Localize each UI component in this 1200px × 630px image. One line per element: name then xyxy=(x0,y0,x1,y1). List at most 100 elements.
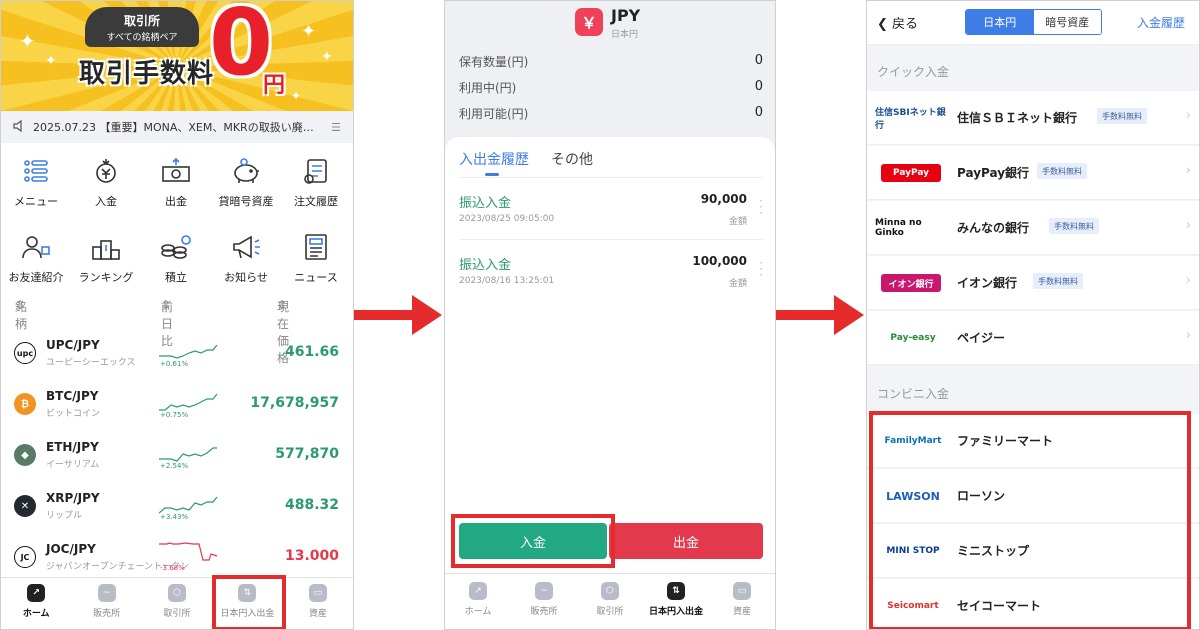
menu-item[interactable]: ランキング xyxy=(71,223,141,299)
tab-item[interactable]: ~ 販売所 xyxy=(511,574,577,629)
quick-menu-grid: メニュー 入金 出金 貸暗号資産 注文履歴お友達紹介 ランキング 積立 お知らせ ニュース xyxy=(1,147,353,299)
menu-item-label: 注文履歴 xyxy=(294,195,338,208)
bank-row[interactable]: Pay-easy ペイジー › xyxy=(867,311,1199,365)
transaction-amount: 100,000 xyxy=(692,254,747,268)
menu-item[interactable]: 入金 xyxy=(71,147,141,223)
more-vertical-icon[interactable]: · · · xyxy=(759,195,763,219)
toggle-crypto[interactable]: 暗号資産 xyxy=(1033,10,1101,34)
bank-logo: Minna no Ginko xyxy=(875,218,922,238)
bank-logo: PayPay xyxy=(881,164,941,182)
transaction-row[interactable]: 振込入金 2023/08/16 13:25:01 100,000 金額 · · · xyxy=(459,239,763,301)
sparkline-chart xyxy=(159,542,218,561)
coin-pair: ETH/JPY xyxy=(46,440,99,454)
asset-type-toggle: 日本円 暗号資産 xyxy=(965,9,1102,35)
tab-item[interactable]: ⇅ 日本円入出金 xyxy=(643,574,709,629)
menu-item[interactable]: お友達紹介 xyxy=(1,223,71,299)
col-symbol[interactable]: 銘柄 ⇕ xyxy=(15,298,27,331)
more-vertical-icon[interactable]: · · · xyxy=(759,257,763,281)
transaction-type: 振込入金 xyxy=(459,258,512,273)
balance-label: 保有数量(円) xyxy=(459,55,529,69)
sparkle-icon: ✦ xyxy=(301,21,317,42)
coin-stack-icon xyxy=(160,231,192,263)
transaction-amount-label: 金額 xyxy=(728,217,747,227)
menu-item[interactable]: 注文履歴 xyxy=(281,147,351,223)
bank-row[interactable]: PayPay PayPay銀行 手数料無料 › xyxy=(867,146,1199,200)
home-screen: ✦ ✦ ✦ ✦ ✦ 取引所 すべての銘柄ペア 取引手数料 0 円 2025.07… xyxy=(0,0,354,630)
tab-item[interactable]: ▭ 資産 xyxy=(283,578,353,629)
coin-price: 461.66 xyxy=(284,344,339,360)
bank-row[interactable]: Minna no Ginko みんなの銀行 手数料無料 › xyxy=(867,201,1199,255)
menu-item[interactable]: 出金 xyxy=(141,147,211,223)
speaker-icon xyxy=(13,119,27,135)
withdraw-button[interactable]: 出金 xyxy=(609,523,763,559)
menu-item[interactable]: 貸暗号資産 xyxy=(211,147,281,223)
jpy-deposit-withdraw-screen: ￥ JPY 日本円 保有数量(円) 0 利用中(円) 0 利用可能(円) 0 入出金履歴 … xyxy=(444,0,776,630)
fee-banner[interactable]: ✦ ✦ ✦ ✦ ✦ 取引所 すべての銘柄ペア 取引手数料 0 円 xyxy=(1,1,353,111)
deposit-yen-icon xyxy=(90,155,122,187)
bank-row[interactable]: イオン銀行 イオン銀行 手数料無料 › xyxy=(867,256,1199,310)
menu-item-label: 積立 xyxy=(165,271,187,284)
highlight-box-stores xyxy=(869,411,1191,629)
arrow-right-icon xyxy=(354,295,442,335)
coin-change: -3.68% xyxy=(160,564,185,572)
sparkline-path xyxy=(159,447,217,462)
tab-item[interactable]: ↗ ホーム xyxy=(1,578,71,629)
coin-price: 577,870 xyxy=(275,446,339,462)
sparkline-chart xyxy=(159,496,218,514)
deposit-history-link[interactable]: 入金履歴 xyxy=(1137,14,1185,31)
coin-row[interactable]: ✕ XRP/JPY リップル +3.43% 488.32 xyxy=(1,481,353,533)
bottom-tab-bar: ↗ ホーム ~ 販売所 ⬡ 取引所 ⇅ 日本円入出金 ▭ 資産 xyxy=(445,573,775,629)
tab-item[interactable]: ⬡ 取引所 xyxy=(142,578,212,629)
news-text: 2025.07.23 【重要】MONA、XEM、MKRの取扱い廃… xyxy=(33,121,314,134)
convenience-deposit-title: コンビニ入金 xyxy=(877,387,950,401)
menu-item-label: 入金 xyxy=(95,195,117,208)
tab-item[interactable]: ~ 販売所 xyxy=(71,578,141,629)
banner-pill-sub: すべての銘柄ペア xyxy=(106,33,178,43)
coin-row[interactable]: ◆ ETH/JPY イーサリアム +2.54% 577,870 xyxy=(1,430,353,482)
tab-label: 資産 xyxy=(732,607,751,617)
bank-logo: Pay-easy xyxy=(890,333,936,343)
bank-logo: イオン銀行 xyxy=(881,274,941,292)
invite-friends-icon xyxy=(20,231,52,263)
col-price[interactable]: 現在価格 ⇕ xyxy=(277,298,289,365)
wave-icon: ~ xyxy=(97,584,116,602)
tab-other[interactable]: その他 xyxy=(551,149,593,169)
arrow-right-icon xyxy=(776,295,864,335)
coin-name: ビットコイン xyxy=(46,409,101,419)
tab-item[interactable]: ⬡ 取引所 xyxy=(577,574,643,629)
sparkline-path xyxy=(159,542,218,561)
transaction-row[interactable]: 振込入金 2023/08/25 09:05:00 90,000 金額 · · · xyxy=(459,177,763,239)
sparkle-icon: ✦ xyxy=(45,53,57,69)
quick-deposit-title: クイック入金 xyxy=(877,65,950,79)
coin-list-header: 銘柄 ⇕ 前日比 ⇕ 現在価格 ⇕ xyxy=(1,298,353,365)
transfer-arrows-icon: ⇅ xyxy=(667,582,685,600)
menu-item[interactable]: 積立 xyxy=(141,223,211,299)
coin-row[interactable]: upc UPC/JPY ユーピーシーエックス +0.61% 461.66 xyxy=(1,328,353,380)
podium-ranking-icon xyxy=(90,231,122,263)
bank-row[interactable]: 住信SBIネット銀行 住信ＳＢＩネット銀行 手数料無料 › xyxy=(867,91,1199,145)
col-change[interactable]: 前日比 ⇕ xyxy=(161,298,173,348)
tab-deposit-history[interactable]: 入出金履歴 xyxy=(459,149,529,169)
banner-yen: 円 xyxy=(263,73,286,98)
balance-value: 0 xyxy=(754,53,763,68)
sparkle-icon: ✦ xyxy=(321,49,333,65)
tab-label: 販売所 xyxy=(530,607,558,617)
transaction-date: 2023/08/25 09:05:00 xyxy=(459,214,555,224)
menu-item[interactable]: メニュー xyxy=(1,147,71,223)
menu-item[interactable]: ニュース xyxy=(281,223,351,299)
chevron-right-icon: › xyxy=(1185,108,1191,123)
menu-item[interactable]: お知らせ xyxy=(211,223,281,299)
balance-value: 0 xyxy=(754,105,763,120)
menu-item-label: ランキング xyxy=(78,271,134,284)
toggle-jpy[interactable]: 日本円 xyxy=(966,10,1034,34)
banner-pill: 取引所 すべての銘柄ペア xyxy=(85,7,199,47)
bank-logo: 住信SBIネット銀行 xyxy=(875,108,946,131)
menu-item-label: ニュース xyxy=(294,271,338,284)
list-menu-icon[interactable]: ☰ xyxy=(331,121,341,134)
tab-item[interactable]: ▭ 資産 xyxy=(709,574,775,629)
coin-row[interactable]: ₿ BTC/JPY ビットコイン +0.75% 17,678,957 xyxy=(1,379,353,431)
back-button[interactable]: ❮ 戻る xyxy=(877,13,918,32)
bank-name: PayPay銀行 xyxy=(957,166,1030,180)
news-ticker[interactable]: 2025.07.23 【重要】MONA、XEM、MKRの取扱い廃… ☰ xyxy=(1,111,353,143)
tab-item[interactable]: ↗ ホーム xyxy=(445,574,511,629)
